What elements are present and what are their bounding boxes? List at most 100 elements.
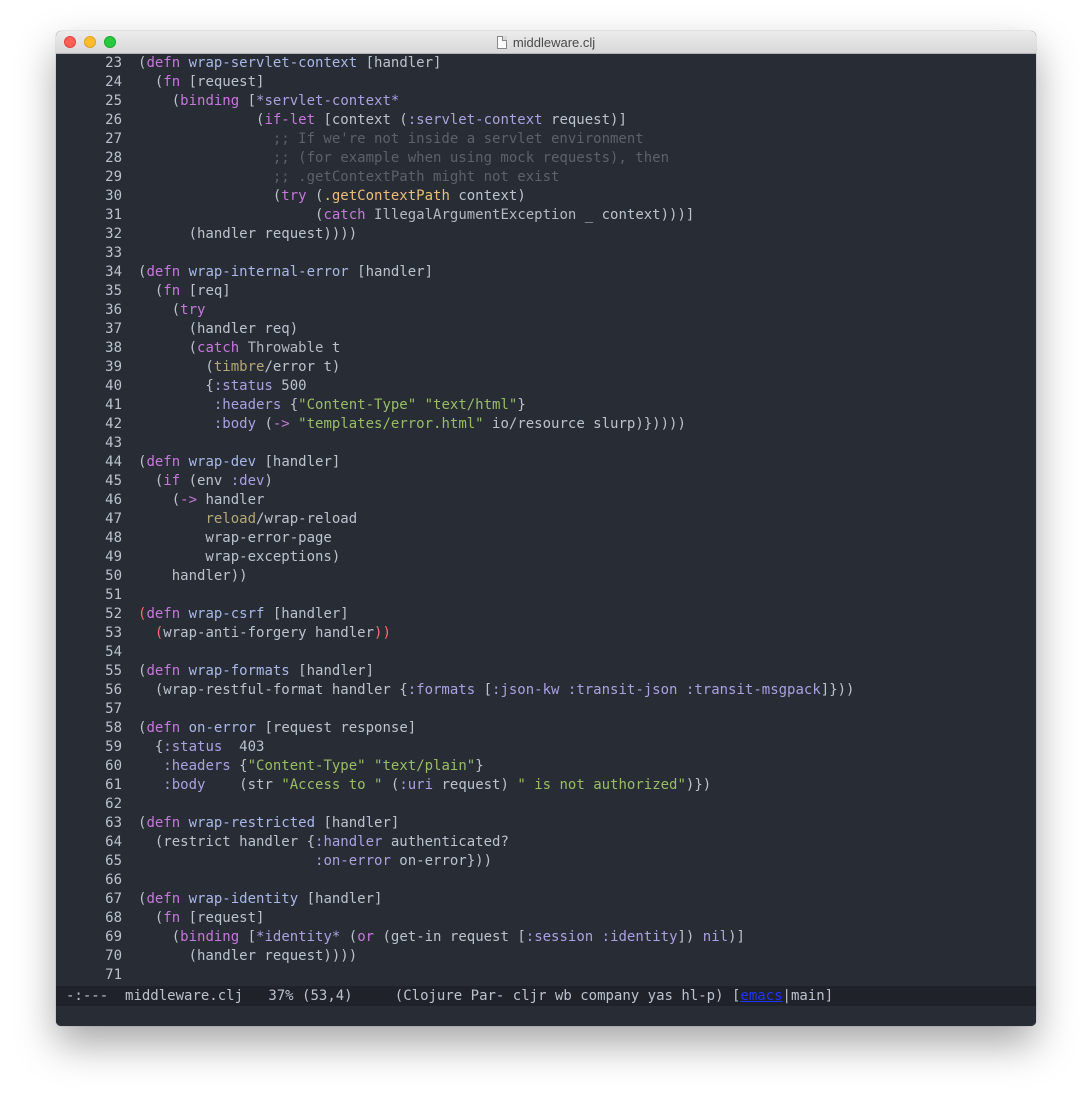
code-line[interactable]: 39 (timbre/error t) bbox=[56, 358, 1036, 377]
line-code: wrap-exceptions) bbox=[122, 548, 340, 567]
line-number: 54 bbox=[105, 644, 122, 660]
code-line[interactable]: 28 ;; (for example when using mock reque… bbox=[56, 149, 1036, 168]
line-number: 52 bbox=[105, 606, 122, 622]
code-line[interactable]: 40 {:status 500 bbox=[56, 377, 1036, 396]
line-number: 28 bbox=[105, 150, 122, 166]
code-line[interactable]: 67 (defn wrap-identity [handler] bbox=[56, 890, 1036, 909]
code-line[interactable]: 37 (handler req) bbox=[56, 320, 1036, 339]
minibuffer[interactable] bbox=[56, 1006, 1036, 1026]
line-number: 49 bbox=[105, 549, 122, 565]
code-token: on-error})) bbox=[390, 853, 493, 869]
code-line[interactable]: 27 ;; If we're not inside a servlet envi… bbox=[56, 130, 1036, 149]
code-line[interactable]: 70 (handler request)))) bbox=[56, 947, 1036, 966]
code-line[interactable]: 65 :on-error on-error})) bbox=[56, 852, 1036, 871]
code-token: ( bbox=[138, 302, 181, 318]
line-number: 55 bbox=[105, 663, 122, 679]
code-line[interactable]: 34 (defn wrap-internal-error [handler] bbox=[56, 263, 1036, 282]
code-line[interactable]: 59 {:status 403 bbox=[56, 738, 1036, 757]
code-line[interactable]: 30 (try (.getContextPath context) bbox=[56, 187, 1036, 206]
code-line[interactable]: 62 bbox=[56, 795, 1036, 814]
code-token: "templates/error.html" bbox=[298, 416, 484, 432]
code-token: ( bbox=[138, 283, 164, 299]
code-token: { bbox=[138, 378, 214, 394]
code-line[interactable]: 54 bbox=[56, 643, 1036, 662]
line-code: (defn wrap-dev [handler] bbox=[122, 453, 340, 472]
modeline-buffer-name: middleware.clj bbox=[125, 988, 244, 1004]
code-token: defn bbox=[146, 815, 181, 831]
code-line[interactable]: 24 (fn [request] bbox=[56, 73, 1036, 92]
code-line[interactable]: 35 (fn [req] bbox=[56, 282, 1036, 301]
code-token: ( bbox=[138, 359, 214, 375]
code-token: (wrap-restful-format handler { bbox=[138, 682, 408, 698]
code-token: "text/html" bbox=[424, 397, 518, 413]
code-line[interactable]: 64 (restrict handler {:handler authentic… bbox=[56, 833, 1036, 852]
code-token: request) bbox=[433, 777, 518, 793]
code-line[interactable]: 38 (catch Throwable t bbox=[56, 339, 1036, 358]
code-token: defn bbox=[146, 454, 181, 470]
line-number: 25 bbox=[105, 93, 122, 109]
code-line[interactable]: 32 (handler request)))) bbox=[56, 225, 1036, 244]
code-line[interactable]: 45 (if (env :dev) bbox=[56, 472, 1036, 491]
code-line[interactable]: 29 ;; .getContextPath might not exist bbox=[56, 168, 1036, 187]
code-token: 403 bbox=[222, 739, 265, 755]
code-line[interactable]: 51 bbox=[56, 586, 1036, 605]
code-line[interactable]: 31 (catch IllegalArgumentException _ con… bbox=[56, 206, 1036, 225]
code-token: t bbox=[323, 340, 341, 356]
code-token: )) bbox=[374, 625, 391, 641]
code-token: :handler bbox=[315, 834, 383, 850]
code-line[interactable]: 63 (defn wrap-restricted [handler] bbox=[56, 814, 1036, 833]
code-line[interactable]: 49 wrap-exceptions) bbox=[56, 548, 1036, 567]
code-line[interactable]: 60 :headers {"Content-Type" "text/plain"… bbox=[56, 757, 1036, 776]
code-line[interactable]: 48 wrap-error-page bbox=[56, 529, 1036, 548]
code-token: *servlet-context* bbox=[256, 93, 400, 109]
code-line[interactable]: 43 bbox=[56, 434, 1036, 453]
line-code: wrap-error-page bbox=[122, 529, 331, 548]
code-token: ]})) bbox=[820, 682, 855, 698]
code-token: (get-in request [ bbox=[374, 929, 526, 945]
code-token: { bbox=[230, 758, 248, 774]
code-line[interactable]: 25 (binding [*servlet-context* bbox=[56, 92, 1036, 111]
line-number: 42 bbox=[105, 416, 122, 432]
line-number: 37 bbox=[105, 321, 122, 337]
code-line[interactable]: 33 bbox=[56, 244, 1036, 263]
line-number: 51 bbox=[105, 587, 122, 603]
line-number: 23 bbox=[105, 55, 122, 71]
code-line[interactable]: 52 (defn wrap-csrf [handler] bbox=[56, 605, 1036, 624]
code-line[interactable]: 53 (wrap-anti-forgery handler)) bbox=[56, 624, 1036, 643]
code-line[interactable]: 47 reload/wrap-reload bbox=[56, 510, 1036, 529]
code-line[interactable]: 69 (binding [*identity* (or (get-in requ… bbox=[56, 928, 1036, 947]
code-line[interactable]: 58 (defn on-error [request response] bbox=[56, 719, 1036, 738]
code-line[interactable]: 41 :headers {"Content-Type" "text/html"} bbox=[56, 396, 1036, 415]
line-code: (handler req) bbox=[122, 320, 299, 339]
code-line[interactable]: 44 (defn wrap-dev [handler] bbox=[56, 453, 1036, 472]
code-line[interactable]: 61 :body (str "Access to " (:uri request… bbox=[56, 776, 1036, 795]
code-token: } bbox=[475, 758, 484, 774]
code-line[interactable]: 23 (defn wrap-servlet-context [handler] bbox=[56, 54, 1036, 73]
code-editor[interactable]: 23 (defn wrap-servlet-context [handler] 24… bbox=[56, 54, 1036, 986]
line-code: (defn wrap-formats [handler] bbox=[122, 662, 374, 681]
code-token: (handler req) bbox=[138, 321, 299, 337]
mode-line: -:--- middleware.clj 37% (53,4) (Clojure… bbox=[56, 986, 1036, 1006]
code-line[interactable]: 46 (-> handler bbox=[56, 491, 1036, 510]
code-line[interactable]: 36 (try bbox=[56, 301, 1036, 320]
line-number: 26 bbox=[105, 112, 122, 128]
code-token: (env bbox=[180, 473, 231, 489]
code-token: [request] bbox=[180, 910, 265, 926]
code-line[interactable]: 68 (fn [request] bbox=[56, 909, 1036, 928]
code-line[interactable]: 42 :body (-> "templates/error.html" io/r… bbox=[56, 415, 1036, 434]
code-token: [ bbox=[239, 929, 257, 945]
code-line[interactable]: 55 (defn wrap-formats [handler] bbox=[56, 662, 1036, 681]
code-line[interactable]: 71 bbox=[56, 966, 1036, 985]
code-line[interactable]: 50 handler)) bbox=[56, 567, 1036, 586]
code-line[interactable]: 56 (wrap-restful-format handler {:format… bbox=[56, 681, 1036, 700]
line-number: 33 bbox=[105, 245, 122, 261]
code-line[interactable]: 26 (if-let [context (:servlet-context re… bbox=[56, 111, 1036, 130]
code-line[interactable]: 66 bbox=[56, 871, 1036, 890]
modeline-emacs-link[interactable]: emacs bbox=[740, 988, 782, 1004]
code-line[interactable]: 57 bbox=[56, 700, 1036, 719]
